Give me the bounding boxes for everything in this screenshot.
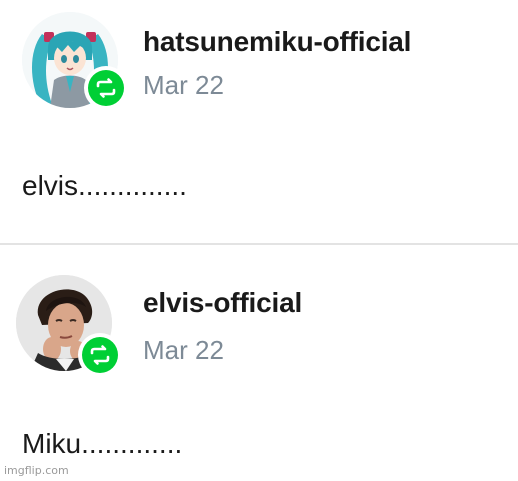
reblog-icon [96,78,116,98]
watermark: imgflip.com [4,464,69,477]
post-body: elvis.............. [22,170,187,201]
avatar-group[interactable] [16,275,122,377]
reblog-badge [84,66,128,110]
username[interactable]: elvis-official [143,287,302,319]
post-hatsunemiku: hatsunemiku-official Mar 22 elvis.......… [0,0,518,243]
avatar-group[interactable] [22,12,128,112]
post-date[interactable]: Mar 22 [143,70,224,101]
reblog-badge [78,333,122,377]
post-body: Miku............. [22,428,183,459]
post-date[interactable]: Mar 22 [143,335,224,366]
reblog-icon [90,345,110,365]
post-elvis: elvis-official Mar 22 Miku............. [0,245,518,481]
username[interactable]: hatsunemiku-official [143,26,411,58]
